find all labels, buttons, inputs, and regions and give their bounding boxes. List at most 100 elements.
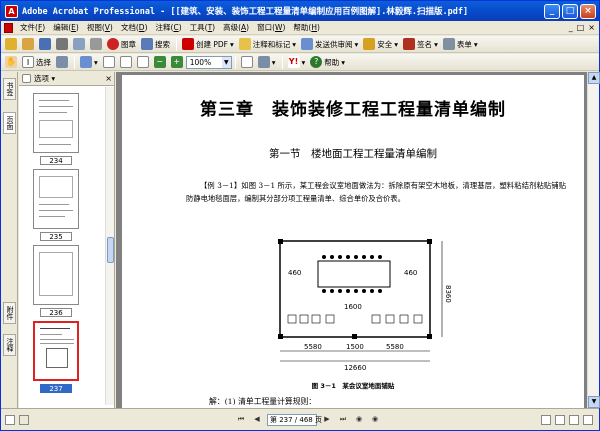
close-icon[interactable]: × bbox=[105, 74, 112, 83]
send-review-button[interactable]: 发送供审阅 ▾ bbox=[299, 37, 360, 52]
fit-width-button[interactable] bbox=[135, 55, 151, 70]
chevron-down-icon: ▾ bbox=[354, 39, 359, 49]
menu-tools[interactable]: 工具(T) bbox=[186, 22, 219, 33]
camera-icon bbox=[56, 56, 68, 68]
secure-button[interactable]: 安全 ▾ bbox=[361, 37, 400, 52]
single-page-icon[interactable] bbox=[541, 414, 551, 425]
continuous-facing-icon[interactable] bbox=[583, 414, 593, 425]
panel-scroll-thumb[interactable] bbox=[107, 237, 114, 263]
scroll-up-icon[interactable]: ▲ bbox=[588, 72, 600, 84]
page-thumbnail-selected[interactable] bbox=[33, 321, 79, 381]
next-view-icon[interactable]: ◉ bbox=[369, 414, 381, 425]
document-icon bbox=[4, 22, 13, 33]
chevron-down-icon: ▾ bbox=[292, 39, 297, 49]
zoom-in-button[interactable]: + bbox=[169, 55, 185, 70]
solution-line: 解：(1) 清单工程量计算规则： bbox=[209, 397, 317, 406]
last-page-button[interactable]: ⏭ bbox=[337, 414, 349, 425]
pages-panel-header: 选项 ▾ × bbox=[19, 72, 114, 86]
save-button[interactable] bbox=[37, 37, 53, 52]
organizer-button[interactable] bbox=[20, 37, 36, 52]
zoom-level-select[interactable]: 100% ▼ bbox=[185, 55, 232, 69]
menu-advanced[interactable]: 高级(A) bbox=[219, 22, 253, 33]
menu-comments[interactable]: 注释(C) bbox=[152, 22, 186, 33]
page-thumbnail[interactable] bbox=[33, 245, 79, 305]
forms-button[interactable]: 表单 ▾ bbox=[441, 37, 480, 52]
hand-icon: ✋ bbox=[5, 56, 17, 68]
layout-icon bbox=[240, 56, 253, 68]
dim-label: 1600 bbox=[344, 303, 362, 311]
lock-icon bbox=[363, 38, 376, 50]
zoom-out-button[interactable]: − bbox=[152, 55, 168, 70]
plus-icon: + bbox=[170, 56, 183, 68]
sign-button[interactable]: 签名 ▾ bbox=[401, 37, 440, 52]
snapshot-button[interactable] bbox=[54, 55, 70, 70]
status-bar: ⏮ ◀ 第 237 / 468 页 ▶ ⏭ ◉ ◉ bbox=[1, 408, 599, 430]
email-button[interactable] bbox=[71, 37, 87, 52]
minus-icon: − bbox=[153, 56, 166, 68]
attach-button[interactable] bbox=[88, 37, 104, 52]
open-button[interactable] bbox=[3, 37, 19, 52]
search-button[interactable]: 搜索 bbox=[139, 37, 172, 52]
panel-scrollbar[interactable] bbox=[105, 87, 114, 405]
document-scrollbar[interactable]: ▲ ▼ bbox=[587, 72, 600, 408]
send-review-icon bbox=[301, 38, 314, 50]
menu-edit[interactable]: 编辑(E) bbox=[49, 22, 83, 33]
rotate-button[interactable]: ▾ bbox=[256, 55, 278, 70]
doc-close-button[interactable]: × bbox=[588, 23, 595, 32]
stamp-button[interactable]: 图章 bbox=[105, 37, 138, 52]
scroll-down-icon[interactable]: ▼ bbox=[588, 396, 600, 408]
doc-minimize-button[interactable]: _ bbox=[569, 23, 573, 32]
zoom-tool-button[interactable]: ▾ bbox=[78, 55, 100, 70]
chevron-down-icon: ▾ bbox=[394, 39, 399, 49]
next-page-button[interactable]: ▶ bbox=[321, 414, 333, 425]
tab-comments[interactable]: 注释 bbox=[3, 334, 16, 356]
menu-file[interactable]: 文件(F) bbox=[16, 22, 49, 33]
menu-view[interactable]: 视图(V) bbox=[83, 22, 117, 33]
thumbnail-page-number: 235 bbox=[40, 232, 72, 241]
yahoo-icon: Y! bbox=[287, 56, 300, 68]
pdf-page: 第三章 装饰装修工程工程量清单编制 第一节 楼地面工程工程量清单编制 【例 3－… bbox=[122, 75, 584, 408]
facing-icon[interactable] bbox=[569, 414, 579, 425]
figure-caption: 图 3－1 某会议室地面铺贴 bbox=[311, 382, 395, 390]
select-tool-button[interactable]: I 选择 bbox=[20, 55, 53, 70]
maximize-button[interactable]: □ bbox=[562, 3, 578, 19]
pen-icon bbox=[403, 38, 416, 50]
dim-label-total: 12660 bbox=[344, 364, 366, 372]
print-button[interactable] bbox=[54, 37, 70, 52]
doc-restore-button[interactable]: □ bbox=[577, 23, 585, 32]
rotate-icon bbox=[257, 56, 270, 68]
table-shape bbox=[39, 252, 73, 296]
page-thumbnail[interactable] bbox=[33, 93, 79, 153]
close-button[interactable]: × bbox=[580, 3, 596, 19]
tab-pages[interactable]: 页面 bbox=[3, 112, 16, 134]
paperclip-icon bbox=[90, 38, 102, 50]
thumbnail-list: 234 235 236 237 bbox=[19, 87, 105, 405]
tab-bookmarks[interactable]: 书签 bbox=[3, 78, 16, 100]
tab-attachments[interactable]: 附件 bbox=[3, 302, 16, 324]
menu-help[interactable]: 帮助(H) bbox=[289, 22, 324, 33]
text-line bbox=[40, 339, 74, 340]
comment-markup-button[interactable]: 注释和标记 ▾ bbox=[237, 37, 298, 52]
minimize-button[interactable]: _ bbox=[544, 3, 560, 19]
page-layout-button[interactable] bbox=[239, 55, 255, 70]
hand-tool-button[interactable]: ✋ bbox=[3, 55, 19, 70]
menu-window[interactable]: 窗口(W) bbox=[253, 22, 289, 33]
text-line bbox=[39, 106, 73, 107]
previous-view-icon[interactable]: ◉ bbox=[353, 414, 365, 425]
chairs-bottom bbox=[322, 289, 382, 293]
create-pdf-button[interactable]: 创建 PDF ▾ bbox=[180, 37, 236, 52]
continuous-icon[interactable] bbox=[555, 414, 565, 425]
yahoo-search-button[interactable]: Y! ▾ bbox=[286, 55, 308, 70]
binoculars-icon bbox=[141, 38, 153, 50]
menu-document[interactable]: 文档(D) bbox=[117, 22, 152, 33]
actual-size-button[interactable] bbox=[101, 55, 117, 70]
first-page-button[interactable]: ⏮ bbox=[235, 414, 247, 425]
toolbar-view: ✋ I 选择 ▾ − + 100% ▼ ▾ Y! ▾ ? 帮助 ▾ bbox=[1, 54, 599, 71]
help-button[interactable]: ? 帮助 ▾ bbox=[308, 55, 347, 70]
page-thumbnail[interactable] bbox=[33, 169, 79, 229]
acrobat-window: A Adobe Acrobat Professional - [[建筑、安装、装… bbox=[0, 0, 600, 431]
options-menu[interactable]: 选项 ▾ bbox=[34, 73, 55, 84]
previous-page-button[interactable]: ◀ bbox=[251, 414, 263, 425]
fit-page-button[interactable] bbox=[118, 55, 134, 70]
page-number-field[interactable]: 第 237 / 468 页 bbox=[267, 413, 322, 426]
